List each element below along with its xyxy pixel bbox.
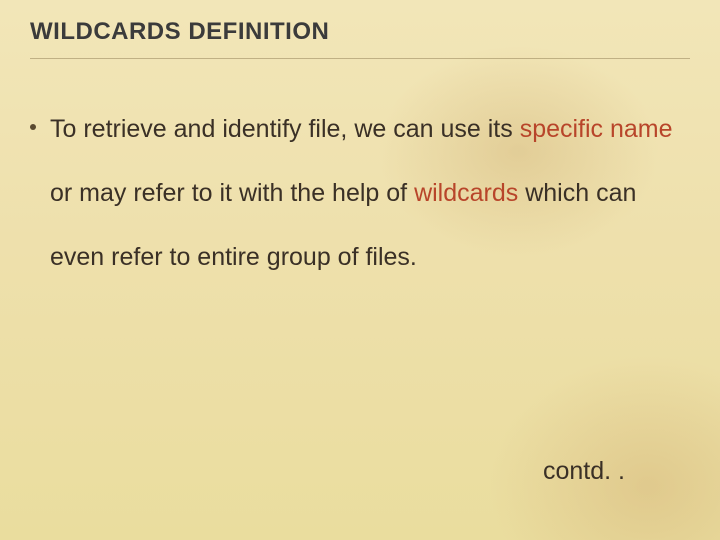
slide: WILDCARDS DEFINITION To retrieve and ide… bbox=[0, 0, 720, 540]
body-text-segment: To retrieve and identify file, we can us… bbox=[50, 115, 520, 143]
body-text-segment: or may refer to it with the help of bbox=[50, 179, 414, 207]
bullet-item: To retrieve and identify file, we can us… bbox=[30, 98, 690, 289]
title-area: WILDCARDS DEFINITION bbox=[30, 18, 690, 59]
title-underline bbox=[30, 58, 690, 59]
body-area: To retrieve and identify file, we can us… bbox=[30, 98, 690, 289]
body-accent-wildcards: wildcards bbox=[414, 179, 518, 207]
bullet-icon bbox=[30, 124, 36, 130]
slide-title: WILDCARDS DEFINITION bbox=[30, 18, 690, 46]
continued-label: contd. . bbox=[543, 457, 625, 486]
body-accent-specific-name: specific name bbox=[520, 115, 673, 143]
bullet-text: To retrieve and identify file, we can us… bbox=[50, 98, 690, 289]
